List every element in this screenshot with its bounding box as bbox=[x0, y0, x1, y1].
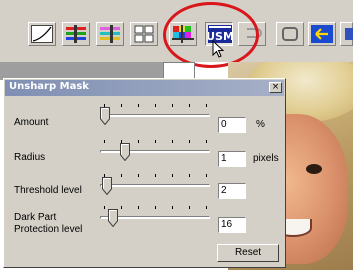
slider-tick bbox=[121, 174, 122, 177]
slider-track bbox=[100, 114, 210, 117]
photo-eye-right bbox=[306, 164, 322, 174]
rgb-balance-icon bbox=[100, 25, 120, 43]
slider-tick bbox=[121, 104, 122, 107]
slider-tick bbox=[189, 104, 190, 107]
threshold-slider[interactable] bbox=[100, 171, 210, 201]
variations-button[interactable] bbox=[130, 22, 158, 46]
variations-grid-icon bbox=[134, 25, 154, 43]
rgb-balance-button[interactable] bbox=[96, 22, 124, 46]
undo-button[interactable] bbox=[238, 22, 266, 46]
dark-part-protection-input[interactable]: 16 bbox=[218, 217, 246, 233]
slider-tick bbox=[206, 104, 207, 107]
threshold-input[interactable]: 2 bbox=[218, 183, 246, 199]
slider-tick bbox=[172, 174, 173, 177]
tone-curve-icon bbox=[31, 25, 53, 43]
radius-slider[interactable] bbox=[100, 137, 210, 167]
apply-button[interactable] bbox=[308, 22, 336, 46]
slider-thumb[interactable] bbox=[100, 107, 110, 125]
slider-tick bbox=[189, 174, 190, 177]
tone-curve-button[interactable] bbox=[28, 22, 56, 46]
slider-tick bbox=[104, 140, 105, 143]
close-button[interactable]: × bbox=[269, 82, 282, 93]
slider-tick bbox=[138, 104, 139, 107]
slider-tick bbox=[155, 174, 156, 177]
slider-thumb[interactable] bbox=[108, 209, 118, 227]
slider-tick bbox=[189, 140, 190, 143]
amount-slider[interactable] bbox=[100, 101, 210, 131]
slider-tick bbox=[206, 140, 207, 143]
slider-track bbox=[100, 184, 210, 187]
reset-toolbar-button[interactable] bbox=[276, 22, 304, 46]
slider-tick bbox=[138, 174, 139, 177]
slider-tick bbox=[172, 140, 173, 143]
undo-icon bbox=[247, 28, 262, 38]
apply-icon bbox=[311, 25, 333, 43]
slider-tick bbox=[155, 104, 156, 107]
slider-tick bbox=[189, 206, 190, 209]
hue-saturation-button[interactable] bbox=[169, 22, 197, 46]
radius-input[interactable]: 1 bbox=[218, 151, 246, 167]
hue-saturation-icon bbox=[172, 25, 194, 43]
pointer-cursor-icon bbox=[212, 40, 225, 58]
slider-tick bbox=[155, 206, 156, 209]
dark-part-protection-slider[interactable] bbox=[100, 203, 210, 233]
slider-thumb[interactable] bbox=[102, 177, 112, 195]
dark-part-protection-label: Dark Part Protection level bbox=[14, 212, 82, 236]
slider-tick bbox=[138, 140, 139, 143]
radius-unit: pixels bbox=[253, 153, 279, 164]
slider-tick bbox=[206, 206, 207, 209]
slider-tick bbox=[206, 174, 207, 177]
threshold-label: Threshold level bbox=[14, 185, 82, 196]
slider-tick bbox=[172, 104, 173, 107]
amount-input[interactable]: 0 bbox=[218, 117, 246, 133]
color-balance-icon bbox=[66, 25, 86, 43]
unsharp-mask-dialog: Unsharp Mask × Amount 0 % Radius 1 pixel… bbox=[3, 78, 286, 268]
panel-button[interactable] bbox=[340, 22, 353, 46]
radius-label: Radius bbox=[14, 152, 46, 163]
amount-unit: % bbox=[256, 119, 265, 130]
reset-button[interactable]: Reset bbox=[217, 244, 279, 262]
dark-part-label-line1: Dark Part bbox=[14, 212, 57, 223]
amount-label: Amount bbox=[14, 117, 49, 128]
color-balance-button[interactable] bbox=[62, 22, 90, 46]
slider-tick bbox=[121, 206, 122, 209]
reset-icon bbox=[282, 27, 298, 41]
slider-tick bbox=[172, 206, 173, 209]
slider-thumb[interactable] bbox=[120, 143, 130, 161]
dark-part-label-line2: Protection level bbox=[14, 224, 83, 235]
dialog-title: Unsharp Mask bbox=[9, 81, 89, 92]
panel-icon bbox=[345, 28, 353, 40]
slider-tick bbox=[138, 206, 139, 209]
slider-tick bbox=[155, 140, 156, 143]
slider-track bbox=[100, 150, 210, 153]
toolbar: USM bbox=[0, 0, 353, 62]
dialog-titlebar[interactable]: Unsharp Mask × bbox=[5, 80, 284, 96]
slider-tick bbox=[104, 206, 105, 209]
